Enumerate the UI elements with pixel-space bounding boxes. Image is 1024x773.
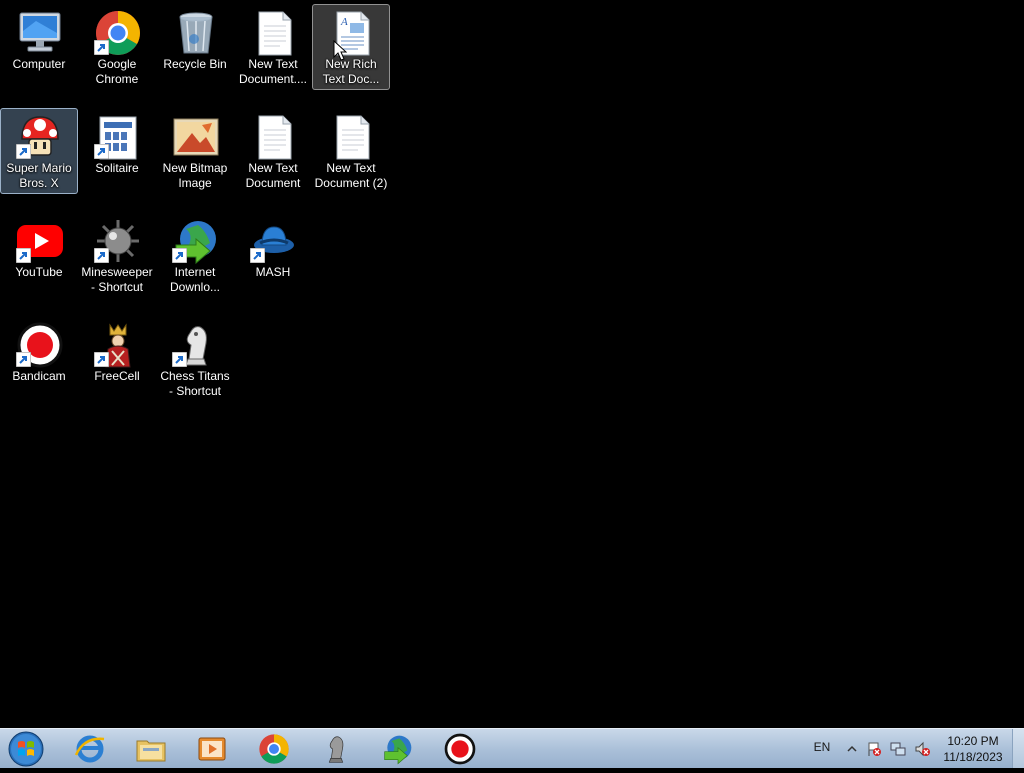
chrome-icon (259, 734, 289, 764)
desktop-icon-new-text-document-1[interactable]: New Text Document.... (234, 4, 312, 90)
shortcut-arrow-icon (172, 248, 187, 263)
icon-label: Bandicam (12, 369, 66, 383)
shortcut-arrow-icon (94, 352, 109, 367)
icon-label: Solitaire (95, 161, 139, 175)
windows-orb-icon (8, 731, 44, 767)
text-document-icon (328, 113, 376, 161)
computer-icon (16, 9, 64, 57)
icon-label: YouTube (15, 265, 63, 279)
desktop-icon-minesweeper-shortcut[interactable]: Minesweeper - Shortcut (78, 212, 156, 298)
taskbar-button-bandicam[interactable] (432, 730, 488, 767)
internet-download-manager-icon (384, 735, 412, 765)
volume-muted-icon (915, 741, 930, 757)
system-clock[interactable]: 10:20 PM 11/18/2023 (938, 733, 1008, 765)
taskbar-button-media-player[interactable] (184, 730, 240, 767)
recycle-bin-icon (172, 9, 220, 57)
action-center-button[interactable] (866, 741, 882, 757)
start-button[interactable] (4, 730, 48, 768)
desktop-icon-bandicam[interactable]: Bandicam (0, 316, 78, 402)
taskbar-button-internet-explorer[interactable] (62, 730, 118, 767)
icon-label: Computer (12, 57, 66, 71)
icon-label: Google Chrome (95, 57, 139, 86)
icon-label: FreeCell (94, 369, 140, 383)
network-icon (890, 742, 906, 756)
icon-label: New Rich Text Doc... (322, 57, 380, 86)
shortcut-arrow-icon (172, 352, 187, 367)
desktop-icon-internet-download-manager[interactable]: Internet Downlo... (156, 212, 234, 298)
shortcut-arrow-icon (250, 248, 265, 263)
show-hidden-icons-button[interactable] (844, 741, 860, 757)
media-player-icon (198, 737, 226, 761)
bitmap-image-icon (172, 113, 220, 161)
icon-label: New Bitmap Image (162, 161, 228, 190)
taskbar-button-chrome[interactable] (246, 730, 302, 767)
text-document-icon (250, 9, 298, 57)
clock-date: 11/18/2023 (943, 750, 1003, 764)
desktop-icon-new-text-document-2[interactable]: New Text Document (234, 108, 312, 194)
folder-icon (136, 740, 166, 762)
desktop-icon-recycle-bin[interactable]: Recycle Bin (156, 4, 234, 90)
chess-knight-icon (328, 736, 344, 763)
taskbar-button-chess-titans[interactable] (308, 730, 364, 767)
icon-label: New Text Document (245, 161, 301, 190)
desktop-icon-youtube[interactable]: YouTube (0, 212, 78, 298)
svg-text:A: A (340, 16, 348, 28)
desktop-icon-freecell[interactable]: FreeCell (78, 316, 156, 402)
icon-label: Chess Titans - Shortcut (160, 369, 230, 398)
action-center-flag-icon (868, 742, 881, 756)
shortcut-arrow-icon (16, 144, 31, 159)
language-indicator[interactable]: EN (808, 740, 836, 754)
desktop-icon-new-rich-text-document[interactable]: A New Rich Text Doc... (312, 4, 390, 90)
desktop-icon-new-text-document-3[interactable]: New Text Document (2) (312, 108, 390, 194)
shortcut-arrow-icon (16, 248, 31, 263)
icon-label: Super Mario Bros. X (6, 161, 72, 190)
desktop-icon-solitaire[interactable]: Solitaire (78, 108, 156, 194)
taskbar-button-internet-download-manager[interactable] (370, 730, 426, 767)
icon-label: Recycle Bin (163, 57, 227, 71)
icon-label: Internet Downlo... (169, 265, 221, 294)
text-document-icon (250, 113, 298, 161)
taskbar-button-file-explorer[interactable] (123, 730, 179, 767)
show-desktop-button[interactable] (1012, 729, 1024, 768)
record-icon (444, 733, 476, 765)
icon-label: Minesweeper - Shortcut (81, 265, 153, 294)
icon-label: New Text Document (2) (314, 161, 388, 190)
desktop-icon-mash[interactable]: MASH (234, 212, 312, 298)
icon-label: MASH (255, 265, 291, 279)
show-hidden-icons-icon (847, 745, 857, 752)
desktop-icon-super-mario-bros-x[interactable]: Super Mario Bros. X (0, 108, 78, 194)
shortcut-arrow-icon (94, 248, 109, 263)
desktop-icon-new-bitmap-image[interactable]: New Bitmap Image (156, 108, 234, 194)
taskbar: EN 10:20 PM 11/18/2023 (0, 728, 1024, 768)
internet-explorer-icon (74, 735, 105, 763)
network-button[interactable] (890, 741, 906, 757)
volume-button[interactable] (914, 741, 930, 757)
desktop-icon-computer[interactable]: Computer (0, 4, 78, 90)
shortcut-arrow-icon (16, 352, 31, 367)
shortcut-arrow-icon (94, 40, 109, 55)
desktop-icon-google-chrome[interactable]: Google Chrome (78, 4, 156, 90)
clock-time: 10:20 PM (947, 734, 999, 748)
shortcut-arrow-icon (94, 144, 109, 159)
desktop-icon-chess-titans-shortcut[interactable]: Chess Titans - Shortcut (156, 316, 234, 402)
icon-label: New Text Document.... (238, 57, 308, 86)
desktop[interactable]: Computer Google Chrome Recycle Bin New T… (0, 0, 1024, 728)
mouse-cursor-icon (333, 40, 347, 61)
